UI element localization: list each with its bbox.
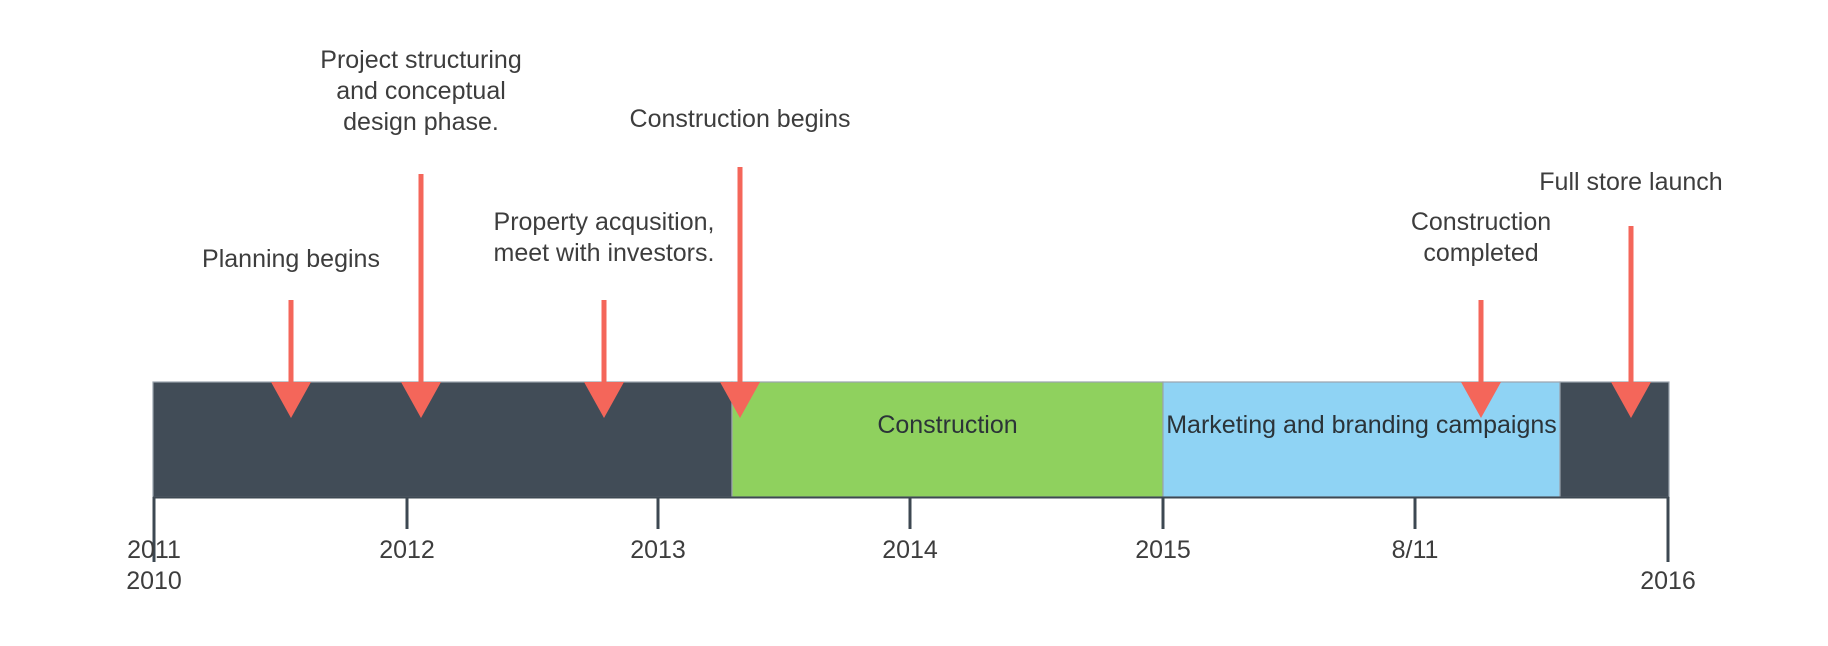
phase-segment-pre-construction xyxy=(152,381,733,498)
phase-segment-post-launch xyxy=(1559,381,1670,498)
tick-label-2014: 2014 xyxy=(882,536,938,564)
annotation-project-structuring: Project structuring and conceptual desig… xyxy=(271,45,571,138)
annotation-property-acquisition: Property acqusition, meet with investors… xyxy=(444,207,764,269)
milestone-markers xyxy=(271,167,1651,418)
annotation-construction-completed: Construction completed xyxy=(1331,207,1631,269)
tick-label-2010: 2010 xyxy=(126,567,182,595)
annotation-full-store-launch: Full store launch xyxy=(1539,168,1723,196)
tick-label-2015: 2015 xyxy=(1135,536,1191,564)
annotation-planning-begins: Planning begins xyxy=(202,245,380,273)
milestone-marker-construction-begins[interactable] xyxy=(720,167,760,418)
segment-label-marketing: Marketing and branding campaigns xyxy=(1166,411,1557,439)
annotation-construction-begins: Construction begins xyxy=(629,105,851,133)
timeline-chart: Planning begins Project structuring and … xyxy=(0,0,1828,646)
tick-label-2012: 2012 xyxy=(379,536,435,564)
annotation-line: and conceptual xyxy=(336,77,506,105)
annotation-line: meet with investors. xyxy=(493,239,715,267)
tick-label-2013: 2013 xyxy=(630,536,686,564)
annotation-line: Construction xyxy=(1410,208,1552,236)
annotation-line: Property acqusition, xyxy=(493,208,715,236)
segment-label-construction: Construction xyxy=(877,411,1018,439)
tick-label-2016: 2016 xyxy=(1640,567,1696,595)
tick-label-8-11: 8/11 xyxy=(1391,536,1439,564)
milestone-marker-project-structuring[interactable] xyxy=(401,174,441,418)
annotation-line: Project structuring xyxy=(320,46,522,74)
tick-label-2011: 2011 xyxy=(127,536,181,564)
annotation-line: completed xyxy=(1423,239,1539,267)
annotation-line: design phase. xyxy=(343,108,499,136)
